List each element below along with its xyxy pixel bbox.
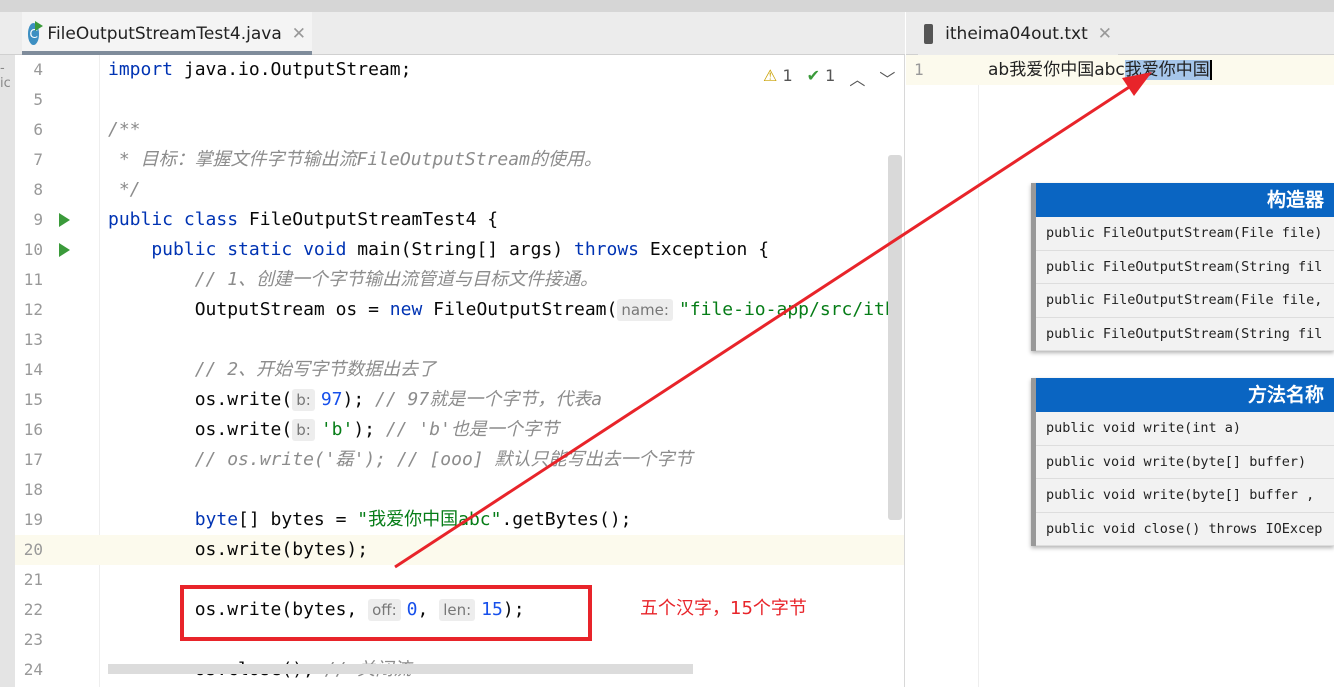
arrow-line [394,78,1141,569]
annotation-arrow [394,72,1152,569]
arrow-head [1122,72,1152,96]
